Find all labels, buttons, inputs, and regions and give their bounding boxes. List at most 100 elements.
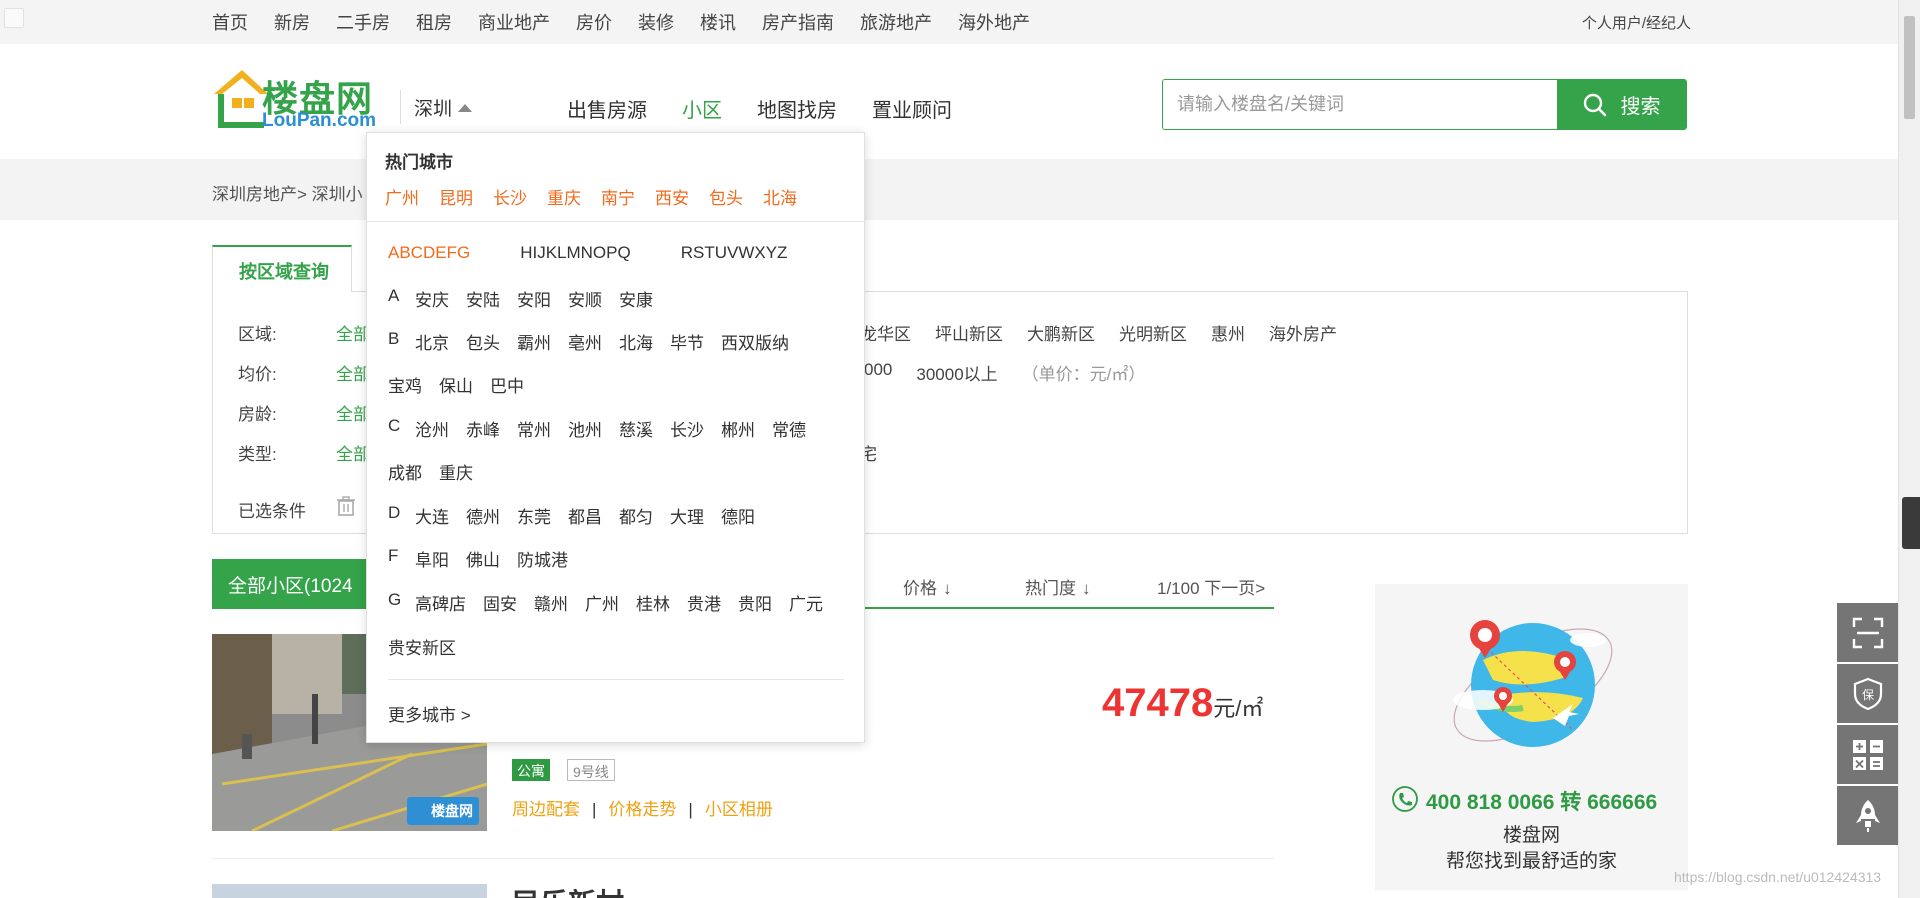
city-link[interactable]: 赣州 [534,590,568,615]
hot-city-link[interactable]: 昆明 [439,184,473,209]
site-logo[interactable]: 楼盘网 LouPan.com [210,64,385,132]
hot-city-link[interactable]: 北海 [763,184,797,209]
city-link[interactable]: 固安 [483,590,517,615]
side-back-to-top-button[interactable] [1837,786,1898,845]
link-price-trend[interactable]: 价格走势 [608,800,676,819]
tab-letters-h-q[interactable]: HIJKLMNOPQ [520,243,631,263]
filter-type-all[interactable]: 全部 [336,440,370,465]
filter-area-all[interactable]: 全部 [336,320,370,345]
filter-price-all[interactable]: 全部 [336,360,370,385]
listing-photo[interactable] [212,884,487,898]
ad-phone-number[interactable]: 400 818 0066 转 666666 [1426,786,1657,816]
top-nav-guide[interactable]: 房产指南 [762,9,834,35]
city-link[interactable]: 毕节 [670,329,704,354]
tab-letters-r-z[interactable]: RSTUVWXYZ [681,243,788,263]
search-input[interactable] [1163,80,1558,129]
city-link[interactable]: 贵阳 [738,590,772,615]
city-selector[interactable]: 深圳 [414,94,473,121]
scrollbar-thumb[interactable] [1904,16,1915,119]
page-scrollbar[interactable] [1898,0,1920,898]
side-scan-button[interactable] [1837,603,1898,662]
sort-by-price[interactable]: 价格 ↓ [903,574,952,599]
city-link[interactable]: 宝鸡 [388,372,422,397]
hot-city-link[interactable]: 重庆 [547,184,581,209]
city-link[interactable]: 郴州 [721,416,755,441]
filter-area-option[interactable]: 惠州 [1211,320,1245,345]
city-link[interactable]: 常州 [517,416,551,441]
city-link[interactable]: 大连 [415,503,449,528]
city-link[interactable]: 德州 [466,503,500,528]
all-communities-tab[interactable]: 全部小区(1024 [212,559,372,609]
city-link[interactable]: 佛山 [466,546,500,571]
hot-city-link[interactable]: 长沙 [493,184,527,209]
city-link[interactable]: 慈溪 [619,416,653,441]
city-link[interactable]: 阜阳 [415,546,449,571]
city-link[interactable]: 高碑店 [415,590,466,615]
hot-city-link[interactable]: 西安 [655,184,689,209]
side-insurance-button[interactable]: 保 [1837,664,1898,723]
filter-age-all[interactable]: 全部 [336,400,370,425]
listing-title[interactable]: 民乐新村 [512,882,624,898]
city-link[interactable]: 保山 [439,372,473,397]
city-link[interactable]: 都匀 [619,503,653,528]
city-link[interactable]: 北京 [415,329,449,354]
side-calculator-button[interactable] [1837,725,1898,784]
filter-area-option[interactable]: 光明新区 [1119,320,1187,345]
top-nav-overseas[interactable]: 海外地产 [958,9,1030,35]
filter-area-option[interactable]: 坪山新区 [935,320,1003,345]
city-link[interactable]: 广州 [585,590,619,615]
main-nav-community[interactable]: 小区 [682,94,722,123]
city-link[interactable]: 安陆 [466,286,500,311]
tab-area-query[interactable]: 按区域查询 [212,245,352,292]
city-link[interactable]: 贵港 [687,590,721,615]
city-link[interactable]: 贵安新区 [388,634,456,659]
city-link[interactable]: 北海 [619,329,653,354]
top-nav-rent[interactable]: 租房 [416,9,452,35]
city-link[interactable]: 德阳 [721,503,755,528]
city-link[interactable]: 包头 [466,329,500,354]
city-link[interactable]: 池州 [568,416,602,441]
user-login-link[interactable]: 个人用户/经纪人 [1582,12,1691,33]
city-link[interactable]: 西双版纳 [721,329,789,354]
city-link[interactable]: 防城港 [517,546,568,571]
city-link[interactable]: 安阳 [517,286,551,311]
top-nav-decoration[interactable]: 装修 [638,9,674,35]
top-nav-new-house[interactable]: 新房 [274,9,310,35]
tab-letters-a-g[interactable]: ABCDEFG [388,243,470,263]
city-link[interactable]: 赤峰 [466,416,500,441]
top-nav-price[interactable]: 房价 [576,9,612,35]
city-link[interactable]: 安庆 [415,286,449,311]
city-link[interactable]: 广元 [789,590,823,615]
filter-price-option[interactable]: 000 [864,360,892,385]
trash-icon[interactable] [337,496,355,516]
city-link[interactable]: 东莞 [517,503,551,528]
top-nav-second-hand[interactable]: 二手房 [336,9,390,35]
city-link[interactable]: 霸州 [517,329,551,354]
city-link[interactable]: 巴中 [490,372,524,397]
hot-city-link[interactable]: 南宁 [601,184,635,209]
city-link[interactable]: 常德 [772,416,806,441]
city-link[interactable]: 安顺 [568,286,602,311]
main-nav-consultant[interactable]: 置业顾问 [872,94,952,123]
search-button[interactable]: 搜索 [1557,80,1686,129]
main-nav-for-sale[interactable]: 出售房源 [567,94,647,123]
side-grip-handle[interactable] [1902,497,1920,549]
top-nav-news[interactable]: 楼讯 [700,9,736,35]
filter-area-option[interactable]: 大鹏新区 [1027,320,1095,345]
city-link[interactable]: 亳州 [568,329,602,354]
pager-next[interactable]: 1/100 下一页> [1157,574,1265,599]
city-link[interactable]: 重庆 [439,459,473,484]
city-link[interactable]: 都昌 [568,503,602,528]
city-link[interactable]: 大理 [670,503,704,528]
city-link[interactable]: 桂林 [636,590,670,615]
link-album[interactable]: 小区相册 [705,800,773,819]
main-nav-map-search[interactable]: 地图找房 [757,94,837,123]
link-surroundings[interactable]: 周边配套 [512,800,580,819]
top-nav-tourism[interactable]: 旅游地产 [860,9,932,35]
city-link[interactable]: 安康 [619,286,653,311]
hot-city-link[interactable]: 包头 [709,184,743,209]
top-nav-commercial[interactable]: 商业地产 [478,9,550,35]
filter-area-option[interactable]: 海外房产 [1269,320,1337,345]
city-link[interactable]: 长沙 [670,416,704,441]
breadcrumb[interactable]: 深圳房地产> 深圳小 [212,180,363,205]
